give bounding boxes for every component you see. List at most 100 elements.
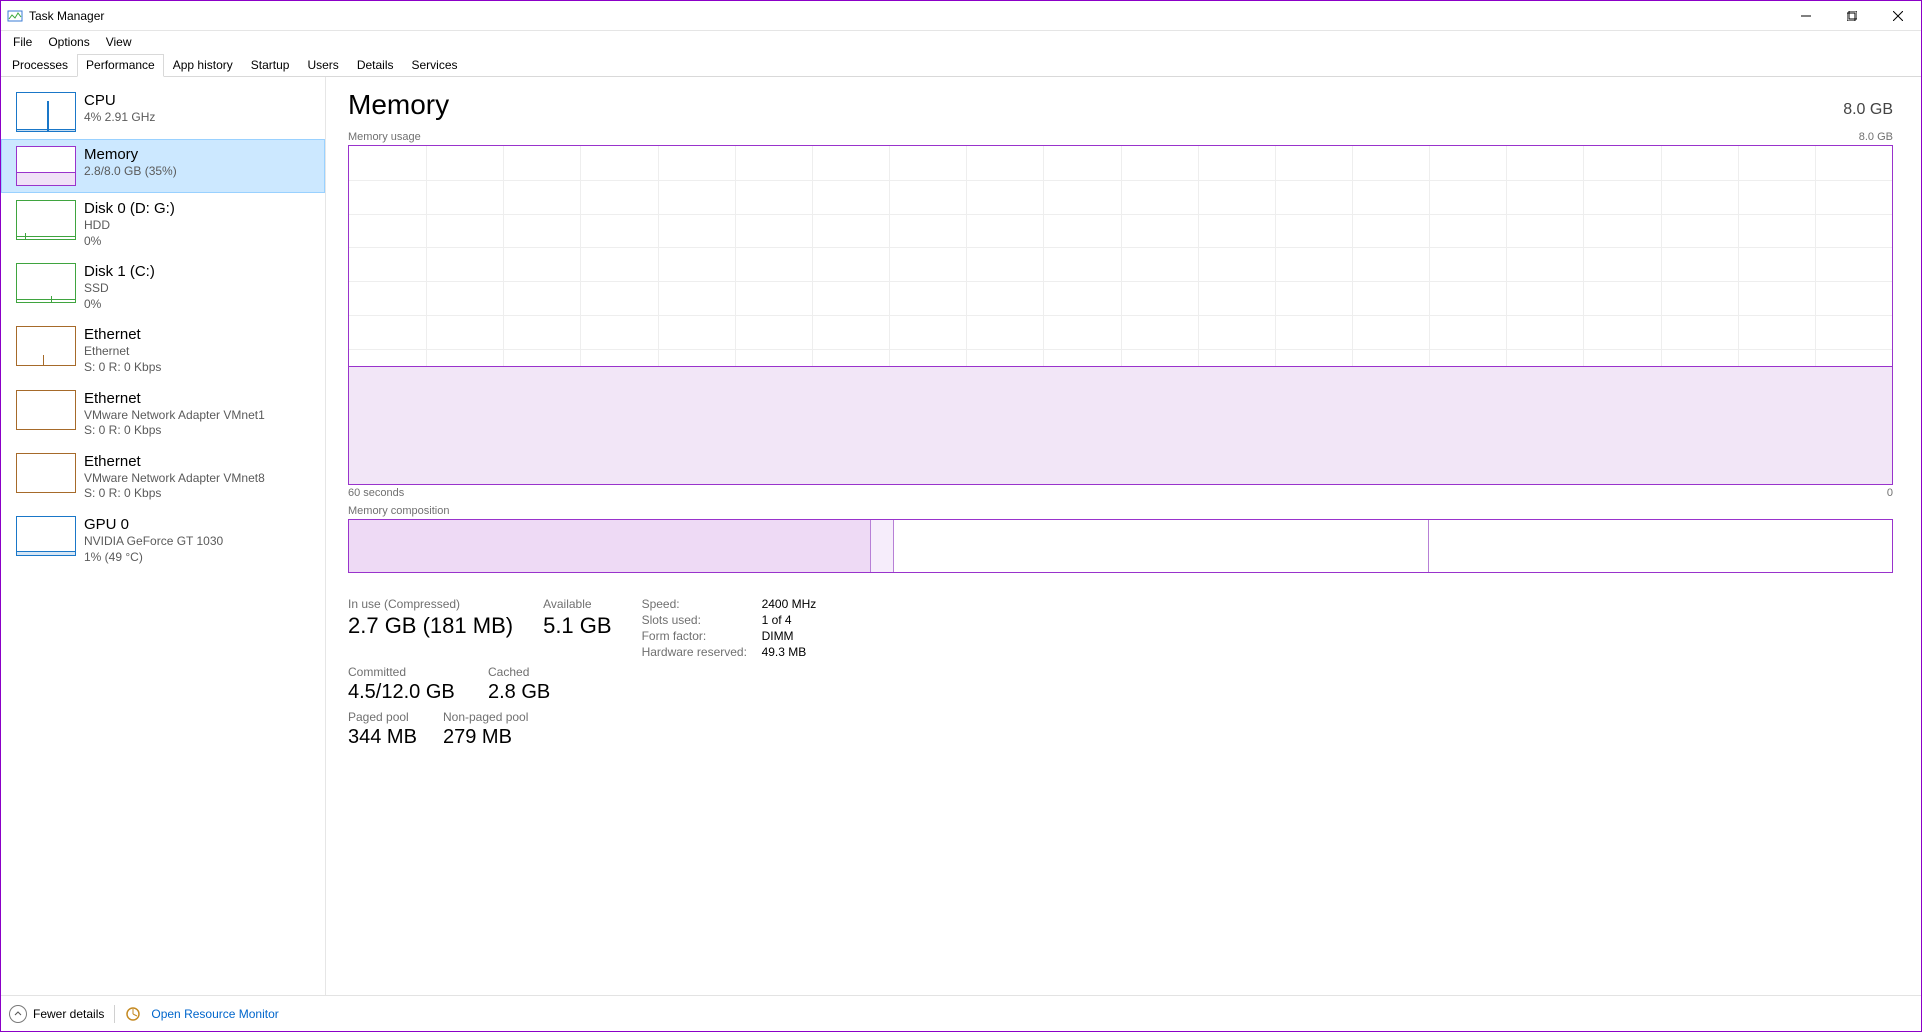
nonpaged-value: 279 MB (443, 726, 528, 749)
open-resource-monitor-link[interactable]: Open Resource Monitor (151, 1007, 278, 1021)
main-panel: Memory 8.0 GB Memory usage 8.0 GB 60 sec… (326, 77, 1921, 995)
menu-file[interactable]: File (5, 33, 40, 51)
composition-chart-labels: Memory composition (348, 505, 1893, 517)
tab-details[interactable]: Details (348, 54, 403, 77)
body: CPU 4% 2.91 GHz Memory 2.8/8.0 GB (35%) … (1, 77, 1921, 995)
sidebar-item-sub: Ethernet (84, 344, 161, 360)
sidebar-item-title: Ethernet (84, 390, 265, 408)
sidebar-item-title: Disk 0 (D: G:) (84, 200, 175, 218)
fewer-details-link[interactable]: Fewer details (33, 1007, 104, 1021)
task-manager-window: Task Manager File Options View Processes… (0, 0, 1922, 1032)
cached-label: Cached (488, 665, 550, 679)
sidebar-item-sub: SSD (84, 281, 155, 297)
sidebar-item-sub: 4% 2.91 GHz (84, 110, 155, 126)
chevron-up-icon[interactable] (9, 1005, 27, 1023)
sidebar-item-sub: VMware Network Adapter VMnet1 (84, 408, 265, 424)
kv-form-k: Form factor: (642, 629, 762, 643)
tab-users[interactable]: Users (298, 54, 347, 77)
tab-services[interactable]: Services (403, 54, 467, 77)
sidebar-item-sub: 0% (84, 297, 155, 313)
sidebar-item-title: CPU (84, 92, 155, 110)
tabstrip: Processes Performance App history Startu… (1, 53, 1921, 77)
memory-kv-table: Speed:2400 MHz Slots used:1 of 4 Form fa… (642, 597, 817, 659)
resource-monitor-icon (125, 1006, 141, 1022)
tab-processes[interactable]: Processes (3, 54, 77, 77)
xaxis-left: 60 seconds (348, 487, 404, 499)
ethernet-sparkline-icon (16, 453, 76, 493)
usage-fill (349, 366, 1892, 484)
kv-hwres-v: 49.3 MB (762, 645, 817, 659)
footer-separator (114, 1005, 115, 1023)
sidebar-item-sub: 1% (49 °C) (84, 550, 223, 566)
minimize-button[interactable] (1783, 1, 1829, 31)
disk-sparkline-icon (16, 263, 76, 303)
menubar: File Options View (1, 31, 1921, 53)
sidebar-item-ethernet-0[interactable]: Ethernet Ethernet S: 0 R: 0 Kbps (1, 319, 325, 382)
composition-chart-title: Memory composition (348, 505, 449, 517)
tab-startup[interactable]: Startup (242, 54, 299, 77)
stats-row-2: Committed 4.5/12.0 GB Cached 2.8 GB (348, 665, 1893, 704)
usage-chart-title: Memory usage (348, 131, 421, 143)
sidebar-item-title: Ethernet (84, 326, 161, 344)
cpu-sparkline-icon (16, 92, 76, 132)
memory-composition-chart[interactable] (348, 519, 1893, 573)
kv-form-v: DIMM (762, 629, 817, 643)
sidebar-item-title: GPU 0 (84, 516, 223, 534)
maximize-button[interactable] (1829, 1, 1875, 31)
stats-row-1: In use (Compressed) 2.7 GB (181 MB) Avai… (348, 597, 1893, 659)
comp-segment-free (1429, 520, 1892, 572)
usage-chart-labels: Memory usage 8.0 GB (348, 131, 1893, 143)
memory-capacity: 8.0 GB (1843, 101, 1893, 119)
comp-segment-inuse (349, 520, 871, 572)
sidebar-item-title: Memory (84, 146, 177, 164)
tab-performance[interactable]: Performance (77, 54, 164, 77)
usage-chart-xaxis: 60 seconds 0 (348, 487, 1893, 499)
tab-app-history[interactable]: App history (164, 54, 242, 77)
sidebar-item-sub: NVIDIA GeForce GT 1030 (84, 534, 223, 550)
cached-value: 2.8 GB (488, 681, 550, 704)
app-icon (7, 8, 23, 24)
sidebar-item-ethernet-1[interactable]: Ethernet VMware Network Adapter VMnet1 S… (1, 383, 325, 446)
window-title: Task Manager (29, 9, 104, 23)
committed-value: 4.5/12.0 GB (348, 681, 458, 704)
kv-speed-k: Speed: (642, 597, 762, 611)
sidebar-item-disk1[interactable]: Disk 1 (C:) SSD 0% (1, 256, 325, 319)
sidebar-item-sub: VMware Network Adapter VMnet8 (84, 471, 265, 487)
usage-chart-ymax: 8.0 GB (1859, 131, 1893, 143)
sidebar-item-title: Disk 1 (C:) (84, 263, 155, 281)
comp-segment-standby (894, 520, 1429, 572)
sidebar-item-disk0[interactable]: Disk 0 (D: G:) HDD 0% (1, 193, 325, 256)
menu-options[interactable]: Options (40, 33, 97, 51)
xaxis-right: 0 (1887, 487, 1893, 499)
inuse-value: 2.7 GB (181 MB) (348, 613, 513, 639)
sidebar-item-sub: HDD (84, 218, 175, 234)
sidebar-item-sub: 0% (84, 234, 175, 250)
comp-segment-modified (871, 520, 894, 572)
available-value: 5.1 GB (543, 613, 611, 639)
kv-slots-v: 1 of 4 (762, 613, 817, 627)
sidebar-item-title: Ethernet (84, 453, 265, 471)
menu-view[interactable]: View (98, 33, 140, 51)
disk-sparkline-icon (16, 200, 76, 240)
kv-hwres-k: Hardware reserved: (642, 645, 762, 659)
kv-slots-k: Slots used: (642, 613, 762, 627)
main-header: Memory 8.0 GB (348, 89, 1893, 121)
paged-value: 344 MB (348, 726, 433, 749)
stats-row-3: Paged pool 344 MB Non-paged pool 279 MB (348, 710, 1893, 749)
kv-speed-v: 2400 MHz (762, 597, 817, 611)
close-button[interactable] (1875, 1, 1921, 31)
sidebar-item-ethernet-2[interactable]: Ethernet VMware Network Adapter VMnet8 S… (1, 446, 325, 509)
page-title: Memory (348, 89, 449, 121)
inuse-label: In use (Compressed) (348, 597, 513, 611)
footer: Fewer details Open Resource Monitor (1, 995, 1921, 1031)
gpu-sparkline-icon (16, 516, 76, 556)
available-label: Available (543, 597, 611, 611)
sidebar-item-sub: S: 0 R: 0 Kbps (84, 486, 265, 502)
sidebar-item-sub: 2.8/8.0 GB (35%) (84, 164, 177, 180)
sidebar-item-memory[interactable]: Memory 2.8/8.0 GB (35%) (1, 139, 325, 193)
sidebar-item-gpu0[interactable]: GPU 0 NVIDIA GeForce GT 1030 1% (49 °C) (1, 509, 325, 572)
sidebar-item-cpu[interactable]: CPU 4% 2.91 GHz (1, 85, 325, 139)
sidebar: CPU 4% 2.91 GHz Memory 2.8/8.0 GB (35%) … (1, 77, 326, 995)
memory-usage-chart[interactable] (348, 145, 1893, 485)
committed-label: Committed (348, 665, 458, 679)
